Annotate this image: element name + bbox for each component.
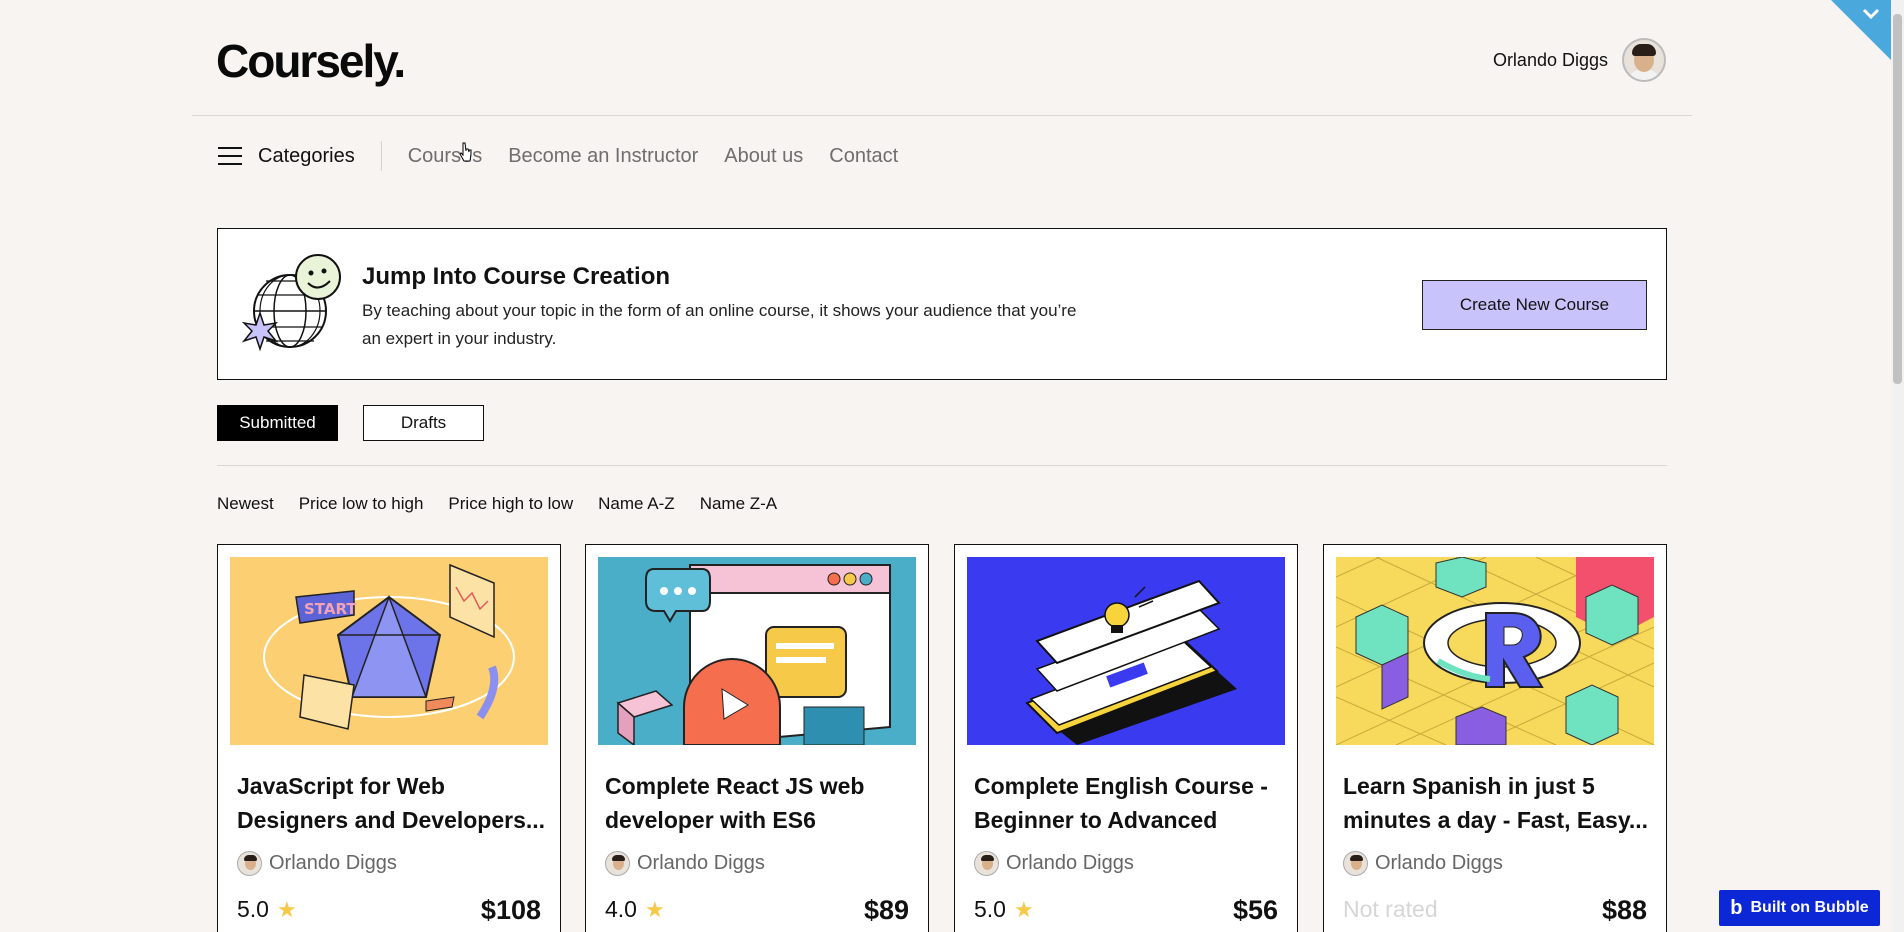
course-creation-banner: Jump Into Course Creation By teaching ab…: [217, 228, 1667, 380]
globe-smiley-illustration: [241, 254, 341, 352]
avatar[interactable]: [1622, 38, 1666, 82]
bubble-logo-icon: b: [1730, 896, 1743, 919]
course-card[interactable]: Complete English Course - Beginner to Ad…: [954, 544, 1298, 932]
course-card[interactable]: Complete React JS web developer with ES6…: [585, 544, 929, 932]
course-price: $88: [1601, 895, 1647, 925]
rating-value: 5.0: [974, 896, 1006, 922]
course-rating: 5.0 ★: [974, 896, 1034, 923]
course-title[interactable]: JavaScript for Web Designers and Develop…: [237, 769, 547, 837]
course-thumbnail-javascript[interactable]: START: [230, 557, 548, 745]
star-icon: ★: [1013, 896, 1034, 922]
author-avatar: [974, 851, 999, 876]
svg-text:START: START: [304, 600, 357, 618]
rating-value: Not rated: [1343, 896, 1438, 922]
main-nav: Categories Courses Become an Instructor …: [218, 138, 924, 174]
star-icon: ★: [276, 896, 297, 922]
course-author: Orlando Diggs: [1343, 851, 1503, 876]
vertical-scrollbar[interactable]: [1891, 0, 1904, 932]
sort-name-z-a[interactable]: Name Z-A: [700, 494, 777, 514]
course-author: Orlando Diggs: [237, 851, 397, 876]
tab-submitted[interactable]: Submitted: [217, 405, 338, 441]
course-thumbnail-spanish[interactable]: [1336, 557, 1654, 745]
author-name: Orlando Diggs: [1375, 852, 1503, 874]
site-header: Coursely. Orlando Diggs: [192, 0, 1692, 116]
site-logo[interactable]: Coursely.: [216, 34, 406, 88]
sort-name-a-z[interactable]: Name A-Z: [598, 494, 675, 514]
course-thumbnail-english[interactable]: [967, 557, 1285, 745]
author-avatar: [237, 851, 262, 876]
author-name: Orlando Diggs: [269, 852, 397, 874]
rating-value: 4.0: [605, 896, 637, 922]
course-price: $108: [480, 895, 541, 925]
banner-text: By teaching about your topic in the form…: [362, 301, 1077, 348]
course-title[interactable]: Learn Spanish in just 5 minutes a day - …: [1343, 769, 1653, 837]
author-name: Orlando Diggs: [1006, 852, 1134, 874]
built-on-bubble-badge[interactable]: b Built on Bubble: [1719, 890, 1880, 926]
corner-chevron-down-icon[interactable]: [1831, 0, 1891, 60]
hamburger-icon[interactable]: [218, 147, 242, 165]
scrollbar-thumb[interactable]: [1893, 14, 1902, 384]
course-title[interactable]: Complete React JS web developer with ES6: [605, 769, 915, 837]
course-author: Orlando Diggs: [605, 851, 765, 876]
sort-options: Newest Price low to high Price high to l…: [217, 494, 777, 514]
nav-categories[interactable]: Categories: [258, 145, 355, 168]
course-rating: Not rated: [1343, 896, 1438, 923]
user-name[interactable]: Orlando Diggs: [1493, 50, 1608, 71]
page: Coursely. Orlando Diggs Categories Cours…: [0, 0, 1904, 932]
course-card[interactable]: Learn Spanish in just 5 minutes a day - …: [1323, 544, 1667, 932]
author-name: Orlando Diggs: [637, 852, 765, 874]
course-title[interactable]: Complete English Course - Beginner to Ad…: [974, 769, 1284, 837]
user-menu[interactable]: Orlando Diggs: [1493, 38, 1666, 82]
banner-title: Jump Into Course Creation: [362, 263, 671, 290]
author-avatar: [605, 851, 630, 876]
tab-drafts[interactable]: Drafts: [363, 405, 484, 441]
course-card[interactable]: START JavaScript for Web Designers and D…: [217, 544, 561, 932]
course-author: Orlando Diggs: [974, 851, 1134, 876]
create-new-course-button[interactable]: Create New Course: [1422, 280, 1647, 330]
section-divider: [217, 465, 1667, 466]
bubble-badge-label: Built on Bubble: [1750, 899, 1869, 916]
sort-price-low-high[interactable]: Price low to high: [299, 494, 424, 514]
nav-link-become-instructor[interactable]: Become an Instructor: [508, 145, 698, 168]
sort-price-high-low[interactable]: Price high to low: [448, 494, 573, 514]
course-price: $89: [863, 895, 909, 925]
course-price: $56: [1232, 895, 1278, 925]
course-rating: 4.0 ★: [605, 896, 665, 923]
course-rating: 5.0 ★: [237, 896, 297, 923]
mouse-cursor-icon: [459, 142, 472, 162]
author-avatar: [1343, 851, 1368, 876]
star-icon: ★: [644, 896, 665, 922]
nav-link-contact[interactable]: Contact: [829, 145, 898, 168]
nav-divider: [380, 141, 382, 171]
course-thumbnail-react[interactable]: [598, 557, 916, 745]
sort-newest[interactable]: Newest: [217, 494, 274, 514]
rating-value: 5.0: [237, 896, 269, 922]
nav-link-about-us[interactable]: About us: [724, 145, 803, 168]
